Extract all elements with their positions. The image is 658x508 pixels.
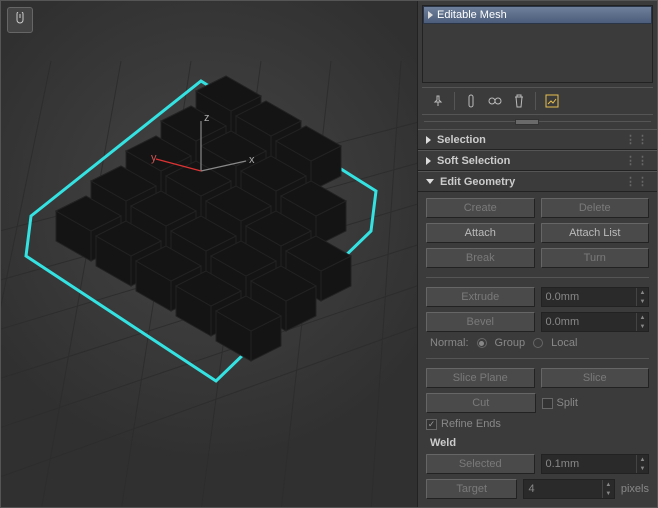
expand-icon <box>428 11 433 19</box>
bevel-button[interactable]: Bevel <box>426 312 535 332</box>
chevron-right-icon <box>426 157 431 165</box>
drag-dots-icon: ⋮⋮ <box>625 175 649 188</box>
stack-splitter[interactable] <box>424 119 651 125</box>
rollout-label: Selection <box>437 134 486 146</box>
normal-group-radio[interactable] <box>477 338 487 348</box>
svg-text:x: x <box>249 154 255 166</box>
weld-target-button[interactable]: Target <box>426 479 517 499</box>
attach-list-button[interactable]: Attach List <box>541 223 650 243</box>
break-button[interactable]: Break <box>426 248 535 268</box>
svg-text:z: z <box>204 112 210 124</box>
weld-selected-spinner[interactable]: 0.1mm▲▼ <box>541 454 650 474</box>
extrude-button[interactable]: Extrude <box>426 287 535 307</box>
pixels-label: pixels <box>621 483 649 495</box>
stack-item-label: Editable Mesh <box>437 9 507 21</box>
rollout-selection[interactable]: Selection ⋮⋮ <box>418 129 657 150</box>
stack-toolbar <box>422 87 653 115</box>
chevron-right-icon <box>426 136 431 144</box>
weld-heading: Weld <box>426 435 649 449</box>
local-label: Local <box>551 337 577 349</box>
delete-button[interactable]: Delete <box>541 198 650 218</box>
bevel-spinner[interactable]: 0.0mm▲▼ <box>541 312 650 332</box>
trash-icon[interactable] <box>511 93 527 109</box>
rollout-soft-selection[interactable]: Soft Selection ⋮⋮ <box>418 150 657 171</box>
chevron-down-icon <box>426 179 434 184</box>
vial-icon[interactable] <box>463 93 479 109</box>
weld-target-spinner[interactable]: 4▲▼ <box>523 479 614 499</box>
stack-item-editable-mesh[interactable]: Editable Mesh <box>423 6 652 24</box>
drag-dots-icon: ⋮⋮ <box>625 154 649 167</box>
rollout-edit-geometry[interactable]: Edit Geometry ⋮⋮ <box>418 171 657 192</box>
normal-label: Normal: <box>430 337 469 349</box>
pin-icon[interactable] <box>430 93 446 109</box>
svg-text:y: y <box>151 152 157 164</box>
split-label: Split <box>557 397 578 409</box>
3d-viewport[interactable]: z y x <box>1 1 417 507</box>
refine-ends-checkbox[interactable]: ✓ <box>426 419 437 430</box>
modifier-stack[interactable]: Editable Mesh <box>422 5 653 83</box>
slice-plane-button[interactable]: Slice Plane <box>426 368 535 388</box>
cut-button[interactable]: Cut <box>426 393 536 413</box>
slice-button[interactable]: Slice <box>541 368 650 388</box>
command-panel: Editable Mesh Selection ⋮⋮ Soft Selectio… <box>417 1 657 507</box>
show-end-icon[interactable] <box>487 93 503 109</box>
turn-button[interactable]: Turn <box>541 248 650 268</box>
group-label: Group <box>495 337 526 349</box>
configure-icon[interactable] <box>544 93 560 109</box>
attach-button[interactable]: Attach <box>426 223 535 243</box>
refine-ends-label: Refine Ends <box>441 418 501 430</box>
edit-geometry-body: Create Delete Attach Attach List Break T… <box>418 192 657 507</box>
weld-selected-button[interactable]: Selected <box>426 454 535 474</box>
extrude-spinner[interactable]: 0.0mm▲▼ <box>541 287 650 307</box>
split-checkbox[interactable] <box>542 398 553 409</box>
viewport-scene: z y x <box>1 1 417 507</box>
create-button[interactable]: Create <box>426 198 535 218</box>
normal-local-radio[interactable] <box>533 338 543 348</box>
drag-dots-icon: ⋮⋮ <box>625 133 649 146</box>
rollout-label: Edit Geometry <box>440 176 515 188</box>
rollout-label: Soft Selection <box>437 155 510 167</box>
